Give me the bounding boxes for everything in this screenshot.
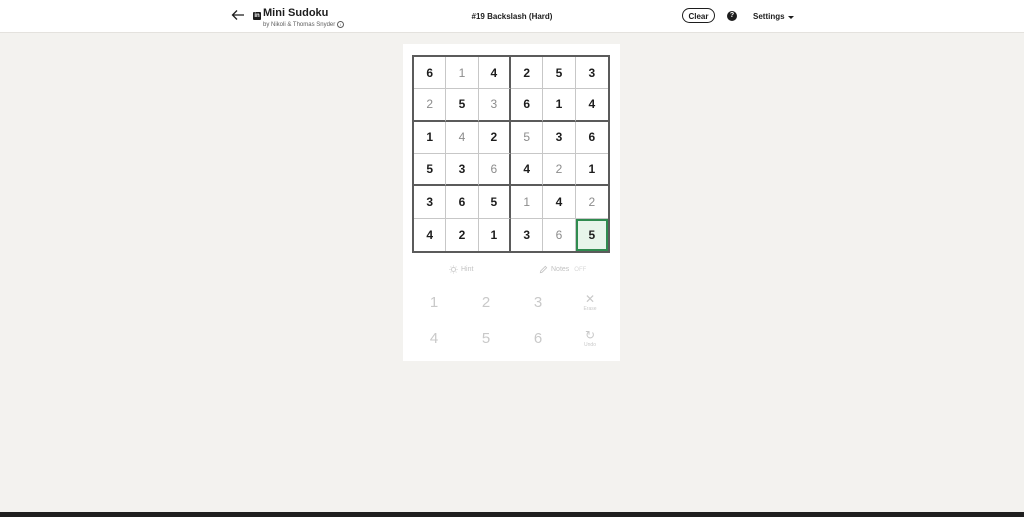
sudoku-cell[interactable]: 4 xyxy=(510,153,544,187)
sudoku-cell[interactable]: 5 xyxy=(414,153,447,187)
sudoku-cell[interactable]: 5 xyxy=(575,218,608,251)
close-icon: ✕ xyxy=(584,291,596,306)
undo-button[interactable]: ↻ Undo xyxy=(564,320,616,356)
sudoku-cell[interactable]: 1 xyxy=(543,89,576,122)
sudoku-cell[interactable]: 2 xyxy=(478,121,511,154)
sudoku-cell[interactable]: 6 xyxy=(446,186,479,219)
sudoku-cell[interactable]: 4 xyxy=(446,121,479,154)
undo-label: Undo xyxy=(584,341,596,348)
sudoku-cell[interactable]: 5 xyxy=(543,57,576,90)
notes-toggle[interactable]: OFF xyxy=(574,267,586,273)
sudoku-cell[interactable]: 1 xyxy=(510,186,544,219)
sudoku-cell[interactable]: 5 xyxy=(446,89,479,122)
hint-button[interactable]: Hint xyxy=(449,265,473,274)
sudoku-cell[interactable]: 6 xyxy=(543,218,576,251)
sudoku-cell[interactable]: 6 xyxy=(478,153,511,187)
sudoku-cell[interactable]: 3 xyxy=(575,57,608,90)
tool-bar: Hint Notes OFF xyxy=(403,262,620,280)
sudoku-cell[interactable]: 4 xyxy=(575,89,608,122)
sudoku-cell[interactable]: 2 xyxy=(414,89,447,122)
sudoku-cell[interactable]: 1 xyxy=(414,121,447,154)
sudoku-cell[interactable]: 5 xyxy=(510,121,544,154)
sudoku-cell[interactable]: 1 xyxy=(446,57,479,90)
sudoku-cell[interactable]: 2 xyxy=(543,153,576,187)
sudoku-cell[interactable]: 3 xyxy=(478,89,511,122)
sudoku-cell[interactable]: 3 xyxy=(446,153,479,187)
sudoku-cell[interactable]: 4 xyxy=(543,186,576,219)
sudoku-cell[interactable]: 2 xyxy=(446,218,479,251)
erase-button[interactable]: ✕ Erase xyxy=(564,284,616,320)
sudoku-cell[interactable]: 1 xyxy=(575,154,608,187)
key-1[interactable]: 1 xyxy=(408,284,460,320)
sudoku-cell[interactable]: 2 xyxy=(575,186,608,219)
puzzle-title: #19 Backslash (Hard) xyxy=(471,12,553,21)
key-4[interactable]: 4 xyxy=(408,320,460,356)
sudoku-cell[interactable]: 3 xyxy=(511,218,544,251)
key-5[interactable]: 5 xyxy=(460,320,512,356)
sudoku-cell[interactable]: 3 xyxy=(414,186,447,219)
key-6[interactable]: 6 xyxy=(512,320,564,356)
taskbar-strip xyxy=(0,512,1024,517)
lightbulb-icon xyxy=(449,265,458,274)
top-bar: in Mini Sudoku by Nikoli & Thomas Snyder… xyxy=(0,0,1024,33)
sudoku-cell[interactable]: 4 xyxy=(414,218,447,251)
erase-label: Erase xyxy=(583,305,597,312)
chevron-down-icon xyxy=(787,15,794,19)
sudoku-board: 614253253614142536536421365142421365 xyxy=(412,55,610,253)
key-3[interactable]: 3 xyxy=(512,284,564,320)
undo-icon: ↻ xyxy=(584,327,596,342)
key-2[interactable]: 2 xyxy=(460,284,512,320)
sudoku-cell[interactable]: 5 xyxy=(478,186,511,219)
help-icon[interactable]: ? xyxy=(727,11,737,21)
clear-button[interactable]: Clear xyxy=(682,8,715,23)
sudoku-cell[interactable]: 4 xyxy=(478,57,511,90)
notes-button[interactable]: Notes OFF xyxy=(539,265,586,274)
settings-menu[interactable]: Settings xyxy=(753,12,794,21)
sudoku-cell[interactable]: 6 xyxy=(414,57,447,90)
sudoku-cell[interactable]: 1 xyxy=(479,218,511,251)
hint-label: Hint xyxy=(461,266,474,273)
sudoku-cell[interactable]: 6 xyxy=(575,122,608,154)
sudoku-cell[interactable]: 6 xyxy=(510,89,544,122)
info-icon[interactable]: i xyxy=(337,21,345,28)
sudoku-cell[interactable]: 2 xyxy=(510,57,544,90)
sudoku-cell[interactable]: 3 xyxy=(543,121,576,154)
byline-text: by Nikoli & Thomas Snyder xyxy=(263,21,336,28)
pencil-icon xyxy=(539,265,548,274)
notes-label: Notes xyxy=(551,266,570,273)
settings-label: Settings xyxy=(753,12,785,21)
byline: by Nikoli & Thomas Snyder i xyxy=(263,21,345,28)
